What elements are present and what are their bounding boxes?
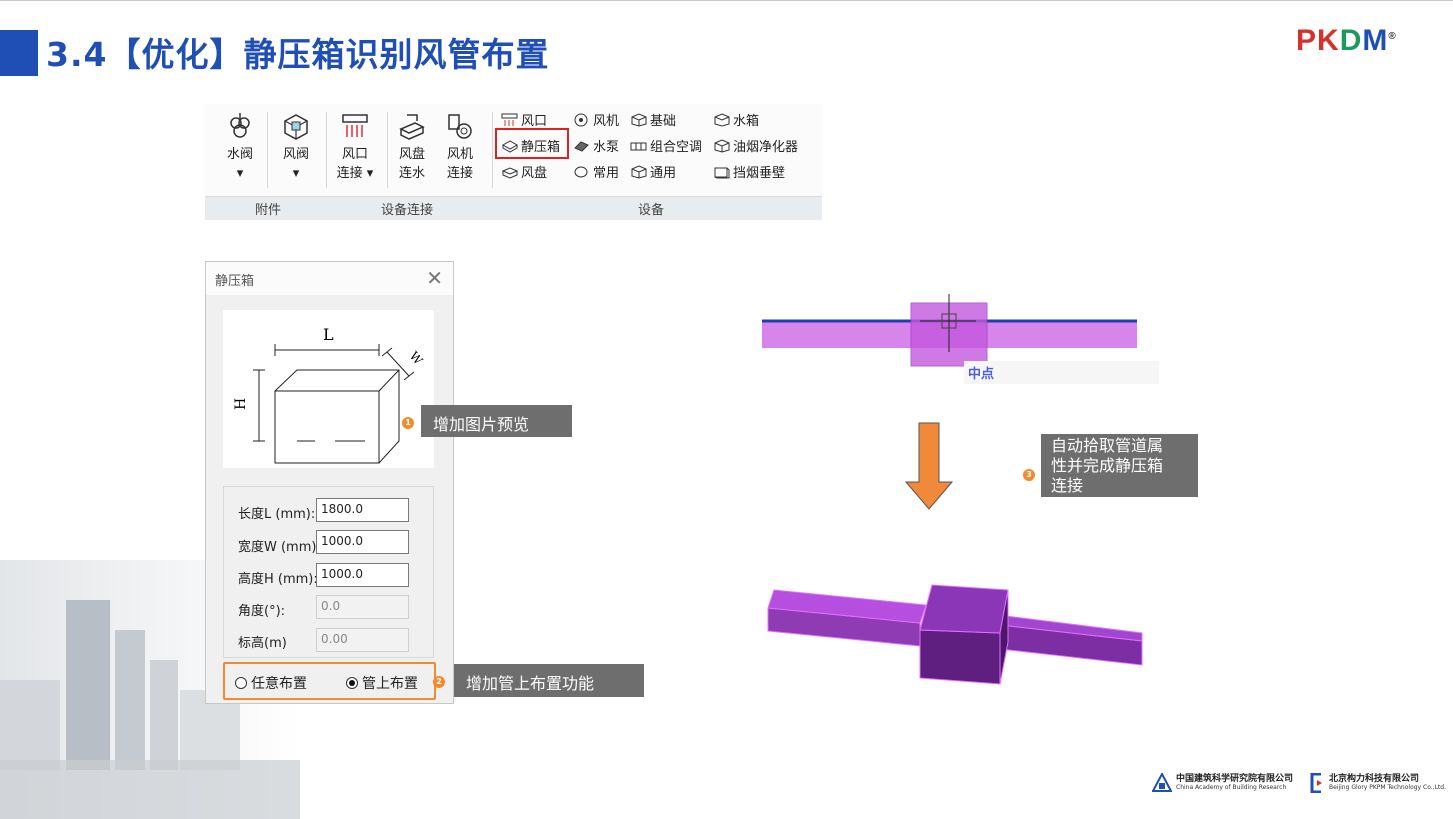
- air-valve-button[interactable]: 风阀 ▾: [279, 111, 313, 183]
- angle-label: 角度(°):: [238, 604, 286, 619]
- placement-mode-group: 任意布置 管上布置: [223, 662, 436, 700]
- fan-icon: [574, 113, 588, 126]
- dropdown-caret: ▾: [292, 166, 300, 181]
- top-rule: [0, 0, 1453, 1]
- ribbon-item-fancoil[interactable]: 风盘: [501, 162, 547, 181]
- outlet-connect-label2: 连接 ▾: [336, 166, 374, 181]
- fancoil-water-button[interactable]: 风盘 连水: [395, 111, 429, 183]
- ribbon-item-smoke-curtain[interactable]: 挡烟垂壁: [713, 162, 785, 181]
- water-tank-icon: [714, 112, 730, 127]
- ribbon-item-fume-purifier[interactable]: 油烟净化器: [713, 136, 798, 155]
- slide-title: 3.4【优化】静压箱识别风管布置: [46, 35, 550, 74]
- footer-org-pkpm: 北京构力科技有限公司 Beijing Glory PKPM Technology…: [1309, 773, 1446, 793]
- foundation-icon: [631, 112, 647, 127]
- fancoil-water-label2: 连水: [398, 166, 425, 181]
- ribbon-item-general[interactable]: 通用: [630, 162, 676, 181]
- callout-3-line2: 性并完成静压箱: [1051, 456, 1164, 475]
- callout-number-1: 1: [402, 417, 414, 429]
- group-label-accessories: 附件: [255, 203, 282, 218]
- outlet-connect-button[interactable]: 风口 连接 ▾: [333, 111, 377, 183]
- radio-off-icon: [235, 677, 247, 689]
- length-label: 长度L (mm):: [238, 507, 316, 522]
- box-dimension-diagram: L H W: [233, 325, 426, 464]
- cabr-logo-icon: [1152, 773, 1172, 792]
- air-outlet-icon: [501, 113, 518, 126]
- water-valve-button[interactable]: 水阀 ▾: [223, 111, 257, 183]
- ribbon-item-water-tank[interactable]: 水箱: [713, 110, 759, 129]
- general-equipment-icon: [631, 164, 647, 179]
- callout-3-line3: 连接: [1051, 476, 1084, 495]
- footer-org-cabr: 中国建筑科学研究院有限公司 China Academy of Building …: [1152, 773, 1293, 793]
- process-arrow: [905, 422, 953, 510]
- dimension-preview: L H W: [223, 310, 434, 468]
- pump-icon: [574, 140, 589, 152]
- radio-on-duct-placement[interactable]: 管上布置: [346, 673, 418, 693]
- plenum-box-highlight: [495, 128, 569, 159]
- callout-number-3: 3: [1023, 469, 1035, 481]
- fan-connect-label2: 连接: [446, 166, 473, 181]
- pkpm-logo: PKDM®: [1296, 24, 1397, 57]
- air-valve-icon: [284, 114, 308, 140]
- callout-3-line1: 自动拾取管道属: [1051, 436, 1164, 455]
- callout-image-preview: 增加图片预览: [421, 405, 572, 437]
- dim-label-w: W: [407, 349, 426, 368]
- elevation-label: 标高(m): [238, 636, 287, 651]
- angle-input: 0.0: [316, 595, 409, 619]
- ribbon-item-outlet[interactable]: 风口: [501, 110, 547, 129]
- fan-connect-icon: [448, 114, 472, 139]
- dialog-title: 静压箱: [215, 274, 255, 289]
- footer-org1-en: China Academy of Building Research: [1176, 783, 1287, 791]
- common-equipment-icon: [574, 166, 588, 177]
- air-outlet-icon: [342, 114, 368, 137]
- plenum-box-dialog: 静压箱 ✕ L H W 长度L (mm): 1800.0 宽度W (mm): 1…: [205, 261, 454, 704]
- ribbon-item-pump[interactable]: 水泵: [573, 136, 619, 155]
- snap-tooltip: 中点: [964, 361, 1159, 384]
- duct-plan-view: [762, 294, 1137, 367]
- dialog-titlebar: 静压箱 ✕: [206, 262, 453, 295]
- footer-org1-cn: 中国建筑科学研究院有限公司: [1176, 773, 1294, 784]
- group-label-equipment-connect: 设备连接: [381, 203, 434, 218]
- dim-label-h: H: [233, 398, 249, 410]
- parameter-group: 长度L (mm): 1800.0 宽度W (mm): 1000.0 高度H (m…: [223, 486, 434, 658]
- pkpm-glory-logo-icon: [1310, 773, 1322, 793]
- ribbon-item-ahu[interactable]: 组合空调: [630, 136, 702, 155]
- callout-auto-connect: 自动拾取管道属 性并完成静压箱 连接: [1041, 434, 1198, 497]
- ribbon-group-bar: [205, 196, 822, 220]
- length-input[interactable]: 1800.0: [316, 498, 409, 522]
- fan-coil-icon: [501, 166, 518, 179]
- dim-label-l: L: [323, 325, 334, 344]
- ribbon-item-fan[interactable]: 风机: [573, 110, 619, 129]
- water-valve-label: 水阀: [226, 147, 253, 162]
- air-handling-unit-icon: [630, 142, 647, 150]
- close-icon[interactable]: ✕: [426, 266, 443, 290]
- footer-org2-en: Beijing Glory PKPM Technology Co.,Ltd.: [1329, 783, 1446, 791]
- outlet-connect-label: 风口: [341, 147, 368, 162]
- fancoil-water-label: 风盘: [398, 147, 425, 162]
- fume-purifier-icon: [714, 138, 730, 153]
- footer-org2-cn: 北京构力科技有限公司: [1329, 773, 1420, 784]
- fan-connect-label: 风机: [446, 147, 473, 162]
- title-accent-bar: [0, 30, 38, 76]
- width-input[interactable]: 1000.0: [316, 530, 409, 554]
- radio-free-placement[interactable]: 任意布置: [235, 673, 307, 693]
- callout-on-duct-placement: 增加管上布置功能: [454, 664, 644, 697]
- air-valve-label: 风阀: [282, 147, 309, 162]
- fan-connect-button[interactable]: 风机 连接: [443, 111, 477, 183]
- group-label-equipment: 设备: [638, 203, 665, 218]
- dropdown-caret: ▾: [236, 166, 244, 181]
- height-label: 高度H (mm):: [238, 572, 318, 587]
- plenum-box-3d-view: [767, 584, 1143, 685]
- height-input[interactable]: 1000.0: [316, 563, 409, 587]
- water-valve-icon: [230, 113, 250, 138]
- fan-coil-icon: [399, 114, 425, 140]
- smoke-curtain-icon: [714, 167, 730, 178]
- width-label: 宽度W (mm):: [238, 540, 321, 555]
- callout-number-2: 2: [433, 676, 445, 688]
- ribbon-toolbar: 水阀 ▾ 风阀 ▾ 风口 连接 ▾ 风盘 连水 风机 连接 风口 静压箱 风盘 …: [205, 104, 822, 220]
- ribbon-item-common[interactable]: 常用: [573, 162, 619, 181]
- ribbon-item-foundation[interactable]: 基础: [630, 110, 676, 129]
- radio-on-icon: [346, 677, 358, 689]
- elevation-input: 0.00: [316, 628, 409, 652]
